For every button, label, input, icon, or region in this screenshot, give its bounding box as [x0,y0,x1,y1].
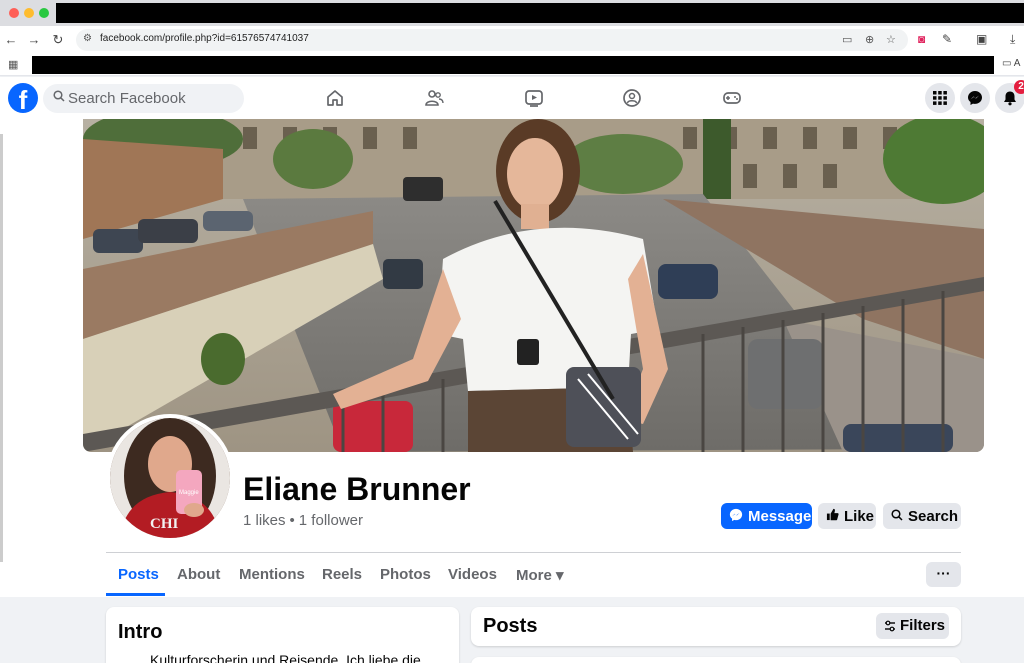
cover-photo-image [83,119,984,452]
back-arrow-icon[interactable]: ← [2,31,20,49]
tab-videos[interactable]: Videos [448,566,497,583]
zoom-icon[interactable]: ⊕ [865,33,874,46]
facebook-search[interactable] [43,84,244,113]
svg-text:CHI: CHI [150,516,179,532]
reload-icon[interactable]: ↻ [49,31,67,49]
intro-title: Intro [118,621,163,643]
install-app-icon[interactable]: ▭ [842,33,852,46]
like-button[interactable]: Like [818,503,876,529]
posts-header-card: Posts Filters [471,607,961,646]
apps-grid-icon[interactable]: ▦ [8,58,18,71]
all-bookmarks-folder[interactable]: ▭ A [1002,58,1020,69]
tab-reels[interactable]: Reels [322,566,362,583]
messenger-icon [729,508,743,525]
search-icon [53,90,65,105]
redacted-bookmarks [32,56,994,74]
video-icon[interactable] [524,88,544,108]
avatar-image: CHI Maggie [110,418,230,538]
filters-label: Filters [900,617,946,634]
download-icon[interactable]: ⤓ [1010,32,1015,47]
intro-card: Intro Kulturforscherin und Reisende. Ich… [106,607,459,663]
tab-search-icon[interactable]: ▣ [976,32,987,46]
site-info-icon[interactable]: ⚙ [83,33,92,44]
browser-titlebar [0,0,1024,26]
friends-icon[interactable] [424,88,444,108]
search-icon [891,508,903,524]
notification-badge: 2 [1014,80,1024,94]
maximize-window-button[interactable] [39,8,49,18]
tab-mentions[interactable]: Mentions [239,566,305,583]
message-button[interactable]: Message [721,503,812,529]
like-label: Like [844,507,875,525]
cover-photo[interactable] [83,119,984,452]
tab-posts[interactable]: Posts [118,566,159,583]
forward-arrow-icon[interactable]: → [25,31,43,49]
home-icon[interactable] [325,88,345,108]
thumbs-up-icon [826,508,839,524]
facebook-header: f 2 [0,77,1024,119]
tab-about[interactable]: About [177,566,220,583]
avatar-phone-text: Maggie [179,490,199,496]
search-label: Search [908,507,959,525]
profile-avatar[interactable]: CHI Maggie [106,414,234,542]
minimize-window-button[interactable] [24,8,34,18]
posts-list-card [471,657,961,663]
tab-photos[interactable]: Photos [380,566,431,583]
posts-title: Posts [483,615,538,637]
address-bar[interactable]: ⚙ facebook.com/profile.php?id=6157657474… [76,29,908,51]
stats-separator: • [289,512,295,529]
all-bookmarks-label: A [1013,58,1021,69]
profile-options-button[interactable]: ··· [926,562,961,587]
address-url[interactable]: facebook.com/profile.php?id=615765747410… [100,33,309,44]
followers-count[interactable]: 1 follower [299,512,363,529]
extensions-icon[interactable]: ✎ [942,32,952,46]
profile-divider [106,552,961,553]
page-left-edge [0,134,3,562]
tab-more[interactable]: More ▾ [516,566,564,584]
browser-toolbar: ← → ↻ ⚙ facebook.com/profile.php?id=6157… [0,26,1024,54]
messenger-icon [968,91,982,105]
messenger-button[interactable] [960,83,990,113]
filters-icon [884,613,896,648]
redacted-tab-strip [56,3,1024,23]
logo-letter: f [18,85,28,113]
profile-stats: 1 likes • 1 follower [243,512,363,529]
intro-bio: Kulturforscherin und Reisende. Ich liebe… [150,652,421,663]
search-input[interactable] [68,88,238,108]
close-window-button[interactable] [9,8,19,18]
profile-name: Eliane Brunner [243,471,471,507]
likes-count[interactable]: 1 likes [243,512,286,529]
gaming-icon[interactable] [722,88,742,108]
menu-grid-button[interactable] [925,83,955,113]
menu-grid-icon [933,91,947,105]
groups-icon[interactable] [622,88,642,108]
filters-button[interactable]: Filters [876,613,949,639]
message-label: Message [748,507,812,525]
pocket-icon[interactable]: ◙ [918,32,925,46]
bookmarks-bar: ▦ ▭ A [0,54,1024,76]
active-tab-indicator [106,593,165,596]
bookmark-star-icon[interactable]: ☆ [886,33,896,46]
profile-search-button[interactable]: Search [883,503,961,529]
facebook-logo[interactable]: f [8,83,38,113]
